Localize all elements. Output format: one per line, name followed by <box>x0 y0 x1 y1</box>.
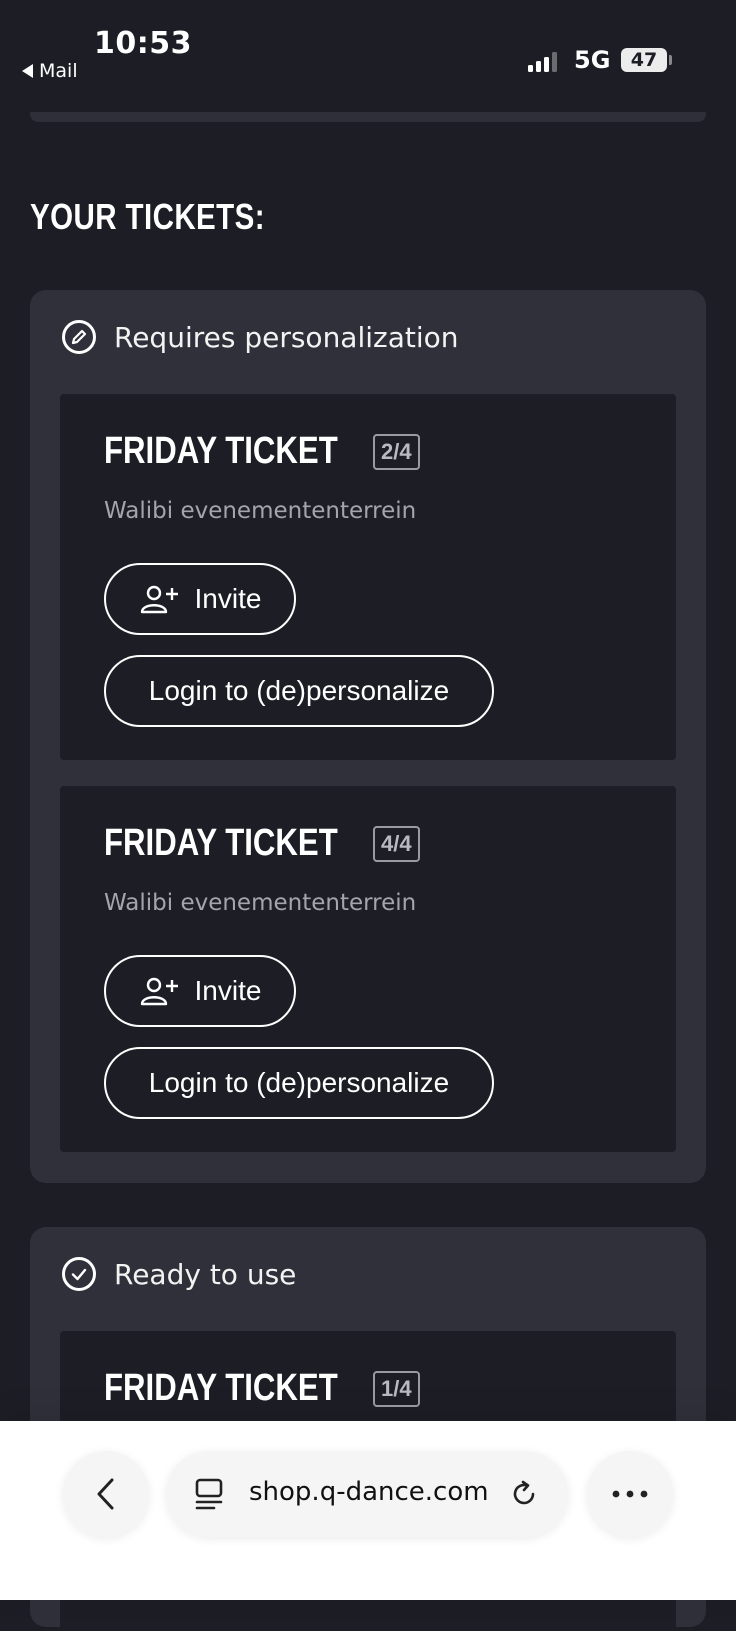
battery-icon: 47 <box>621 48 667 72</box>
invite-button[interactable]: Invite <box>104 955 296 1027</box>
login-personalize-button[interactable]: Login to (de)personalize <box>104 1047 494 1119</box>
address-bar[interactable]: shop.q-dance.com <box>166 1451 568 1537</box>
tabs-icon <box>195 1478 223 1510</box>
previous-card-edge <box>30 112 706 122</box>
battery-level: 47 <box>630 49 658 71</box>
invite-label: Invite <box>194 975 262 1006</box>
group-header-label: Requires personalization <box>114 320 459 354</box>
ticket-venue: Walibi evenemententerrein <box>104 890 417 916</box>
browser-back-button[interactable] <box>63 1451 149 1537</box>
ticket-card: FRIDAY TICKET 2/4 Walibi evenemententerr… <box>60 394 676 760</box>
back-triangle-icon <box>22 64 33 78</box>
chevron-left-icon <box>97 1478 114 1510</box>
url-text: shop.q-dance.com <box>249 1477 489 1507</box>
group-header: Requires personalization <box>62 320 459 354</box>
ticket-count-badge: 1/4 <box>373 1370 420 1407</box>
ticket-title: FRIDAY TICKET <box>104 822 338 864</box>
status-time: 10:53 <box>94 26 192 61</box>
check-circle-icon <box>62 1257 96 1291</box>
pencil-circle-icon <box>62 320 96 354</box>
group-header: Ready to use <box>62 1257 296 1291</box>
ticket-title: FRIDAY TICKET <box>104 430 338 472</box>
group-requires-personalization: Requires personalization FRIDAY TICKET 2… <box>30 290 706 1183</box>
ticket-head: FRIDAY TICKET 2/4 <box>104 430 420 473</box>
add-person-icon <box>140 977 178 1006</box>
ticket-count-badge: 2/4 <box>373 433 420 470</box>
back-app-label: Mail <box>39 60 78 82</box>
browser-toolbar: shop.q-dance.com <box>0 1421 736 1600</box>
login-personalize-button[interactable]: Login to (de)personalize <box>104 655 494 727</box>
network-type: 5G <box>574 46 611 74</box>
more-dots-icon <box>612 1490 648 1498</box>
more-options-button[interactable] <box>587 1451 673 1537</box>
group-header-label: Ready to use <box>114 1257 297 1291</box>
battery-tip <box>669 55 672 65</box>
signal-strength-icon <box>528 52 557 72</box>
ticket-title: FRIDAY TICKET <box>104 1367 338 1409</box>
status-bar: 10:53 Mail 5G 47 <box>0 0 736 100</box>
ticket-head: FRIDAY TICKET 1/4 <box>104 1367 420 1410</box>
ticket-card: FRIDAY TICKET 4/4 Walibi evenemententerr… <box>60 786 676 1152</box>
section-title: YOUR TICKETS: <box>30 196 265 237</box>
reload-icon[interactable] <box>509 1479 539 1509</box>
back-to-mail[interactable]: Mail <box>22 60 78 82</box>
ticket-count-badge: 4/4 <box>373 825 420 862</box>
add-person-icon <box>140 585 178 614</box>
invite-button[interactable]: Invite <box>104 563 296 635</box>
invite-label: Invite <box>194 583 262 614</box>
ticket-venue: Walibi evenemententerrein <box>104 498 417 524</box>
ticket-head: FRIDAY TICKET 4/4 <box>104 822 420 865</box>
